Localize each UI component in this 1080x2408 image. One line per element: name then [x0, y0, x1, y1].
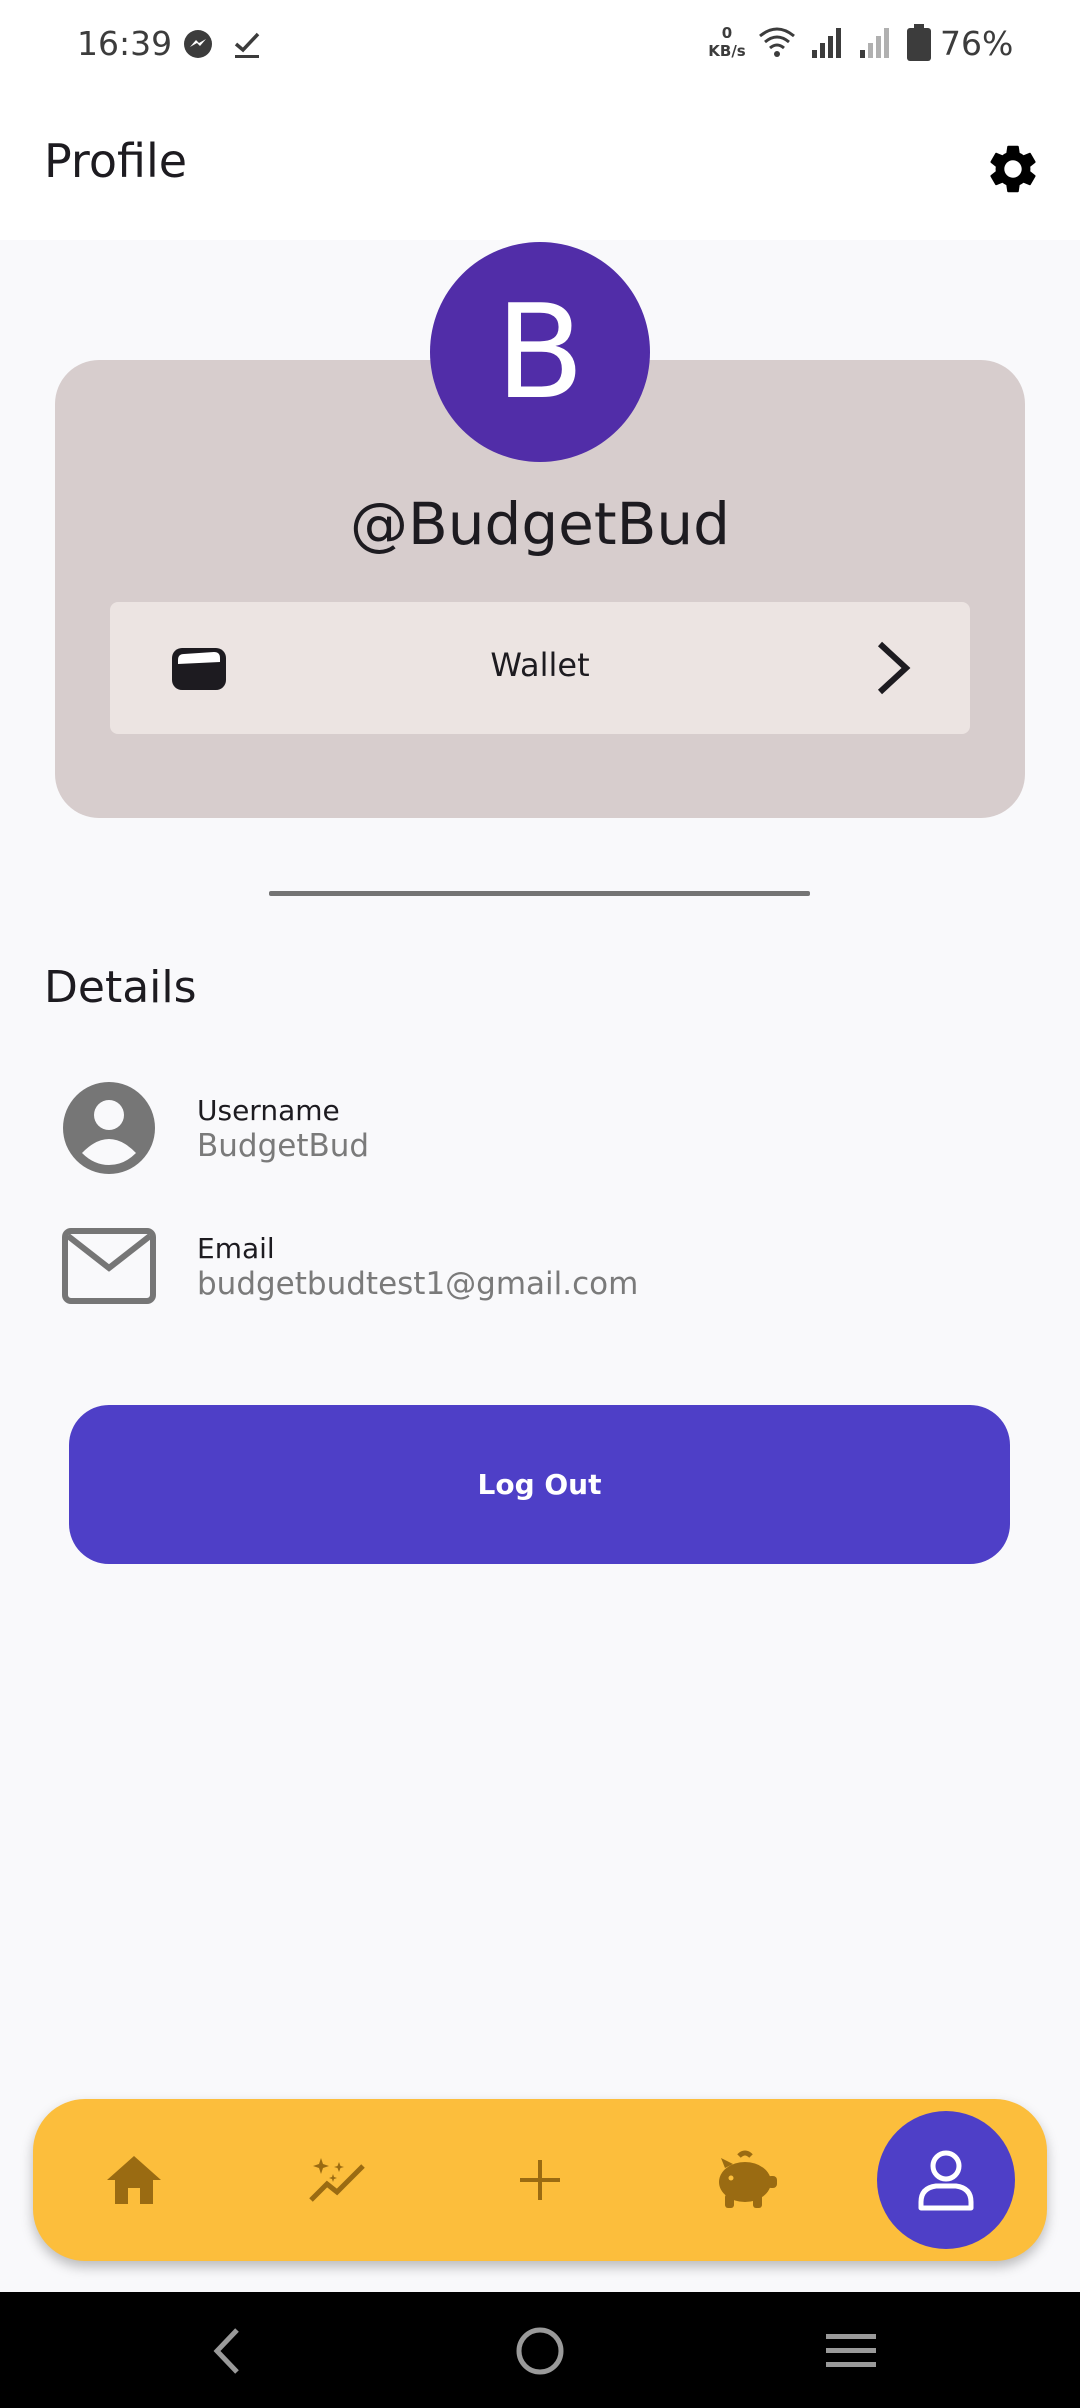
- menu-icon: [826, 2334, 876, 2367]
- account-circle-icon: [63, 1082, 155, 1174]
- back-icon: [213, 2328, 239, 2374]
- username-value: BudgetBud: [197, 1128, 370, 1164]
- sparkle-chart-icon: [309, 2158, 365, 2202]
- logout-button[interactable]: Log Out: [69, 1405, 1010, 1564]
- wallet-label: Wallet: [490, 646, 590, 684]
- task-check-icon: [234, 32, 260, 58]
- page-title: Profile: [44, 134, 188, 188]
- nav-insights[interactable]: [278, 2099, 398, 2261]
- email-label: Email: [197, 1232, 275, 1265]
- piggy-bank-icon: [719, 2150, 777, 2208]
- battery-percent: 76%: [940, 24, 1014, 63]
- status-bar: 16:39 0 KB/s 76%: [0, 0, 1080, 90]
- bottom-nav: [33, 2099, 1047, 2261]
- nav-savings[interactable]: [686, 2099, 806, 2261]
- system-recents-button[interactable]: [816, 2316, 886, 2386]
- plus-icon: [520, 2160, 560, 2200]
- username-label: Username: [197, 1094, 340, 1127]
- details-title: Details: [44, 962, 197, 1013]
- signal-secondary-icon: [860, 28, 889, 58]
- network-speed-unit: KB/s: [708, 42, 746, 60]
- person-icon: [918, 2150, 974, 2211]
- mail-icon: [62, 1228, 156, 1304]
- divider: [269, 891, 810, 896]
- system-home-button[interactable]: [505, 2316, 575, 2386]
- signal-icon: [812, 28, 841, 58]
- nav-home[interactable]: [74, 2099, 194, 2261]
- home-circle-icon: [516, 2327, 564, 2375]
- email-value: budgetbudtest1@gmail.com: [197, 1266, 639, 1302]
- app-bar: Profile: [0, 90, 1080, 240]
- chevron-right-icon: [877, 641, 911, 695]
- gear-icon: [990, 145, 1036, 193]
- network-speed-value: 0: [721, 24, 733, 42]
- avatar[interactable]: B: [430, 242, 650, 462]
- wifi-icon: [759, 27, 795, 57]
- nav-add[interactable]: [480, 2099, 600, 2261]
- profile-handle: @BudgetBud: [350, 490, 730, 558]
- nav-profile[interactable]: [877, 2111, 1015, 2249]
- wallet-button[interactable]: Wallet: [110, 602, 970, 734]
- status-time: 16:39: [77, 24, 173, 63]
- battery-icon: [907, 24, 931, 61]
- home-icon: [107, 2156, 161, 2204]
- settings-button[interactable]: [978, 134, 1048, 204]
- messenger-icon: [184, 30, 212, 58]
- system-back-button[interactable]: [192, 2316, 262, 2386]
- system-nav-bar: [0, 2292, 1080, 2408]
- network-speed: 0 KB/s: [704, 24, 750, 60]
